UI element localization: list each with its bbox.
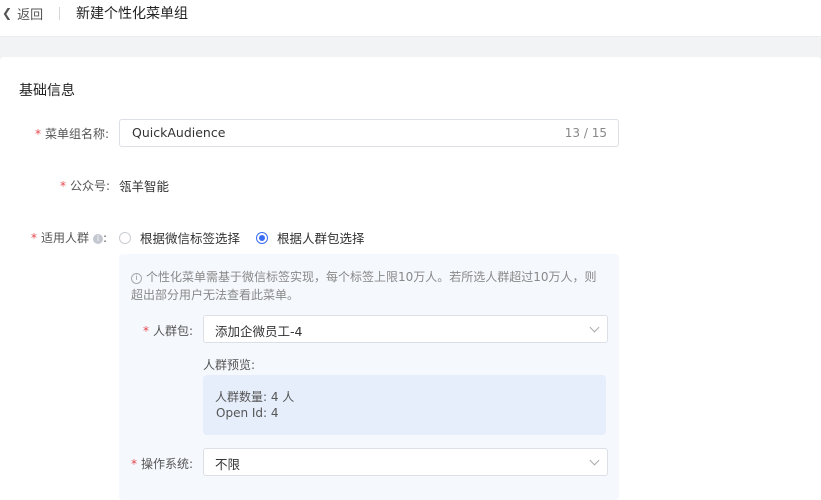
chevron-down-icon — [589, 322, 600, 333]
radio-circle[interactable] — [119, 231, 131, 244]
preview-box: 人群数量: 4 人 Open Id: 4 — [203, 375, 606, 435]
back-label: 返回 — [17, 7, 44, 23]
os-label: * 操作系统: — [131, 457, 194, 471]
required-mark: * — [143, 324, 149, 338]
menu-group-name-input[interactable]: QuickAudience 13 / 15 — [119, 119, 619, 147]
menu-group-name-value: QuickAudience — [132, 125, 226, 140]
chevron-left-icon: ❮ — [2, 6, 13, 20]
required-mark: * — [31, 231, 37, 245]
char-counter: 13 / 15 — [564, 126, 607, 140]
radio-circle-checked[interactable] — [256, 231, 269, 244]
crowd-pack-panel: i 个性化菜单需基于微信标签实现，每个标签上限10万人。若所选人群超过10万人，则… — [119, 254, 619, 500]
chevron-down-icon — [589, 455, 600, 466]
radio-label: 根据微信标签选择 — [140, 231, 241, 246]
top-bar: ❮ 返回 新建个性化菜单组 — [0, 0, 821, 37]
os-select[interactable]: 不限 — [203, 448, 608, 476]
preview-openid: Open Id: 4 — [216, 406, 279, 420]
official-account-label: * 公众号: — [60, 179, 111, 193]
form-card: 基础信息 * 菜单组名称: QuickAudience 13 / 15 * 公众号:… — [0, 57, 821, 500]
back-button[interactable]: ❮ 返回 — [2, 4, 44, 23]
os-value: 不限 — [215, 457, 241, 472]
audience-radio-group: 根据微信标签选择 根据人群包选择 — [119, 228, 381, 247]
header-divider — [59, 7, 60, 20]
crowd-pack-label: * 人群包: — [143, 324, 194, 338]
info-circle-icon: i — [131, 273, 142, 284]
hint-text: i 个性化菜单需基于微信标签实现，每个标签上限10万人。若所选人群超过10万人，则… — [131, 270, 597, 302]
preview-count: 人群数量: 4 人 — [215, 390, 295, 404]
crowd-pack-value: 添加企微员工-4 — [215, 324, 303, 339]
section-title: 基础信息 — [19, 83, 75, 99]
radio-crowd-pack[interactable]: 根据人群包选择 — [256, 228, 365, 247]
page-title: 新建个性化菜单组 — [76, 6, 188, 22]
required-mark: * — [131, 457, 137, 471]
official-account-value: 瓴羊智能 — [119, 179, 170, 194]
required-mark: * — [35, 127, 41, 141]
menu-group-name-label: * 菜单组名称: — [35, 127, 110, 141]
info-icon[interactable]: i — [93, 233, 104, 244]
audience-label: * 适用人群 i: — [31, 231, 108, 245]
preview-label: 人群预览: — [203, 358, 256, 372]
radio-label: 根据人群包选择 — [277, 231, 365, 246]
crowd-pack-select[interactable]: 添加企微员工-4 — [203, 315, 608, 343]
required-mark: * — [60, 179, 66, 193]
radio-wechat-tag[interactable]: 根据微信标签选择 — [119, 228, 240, 247]
